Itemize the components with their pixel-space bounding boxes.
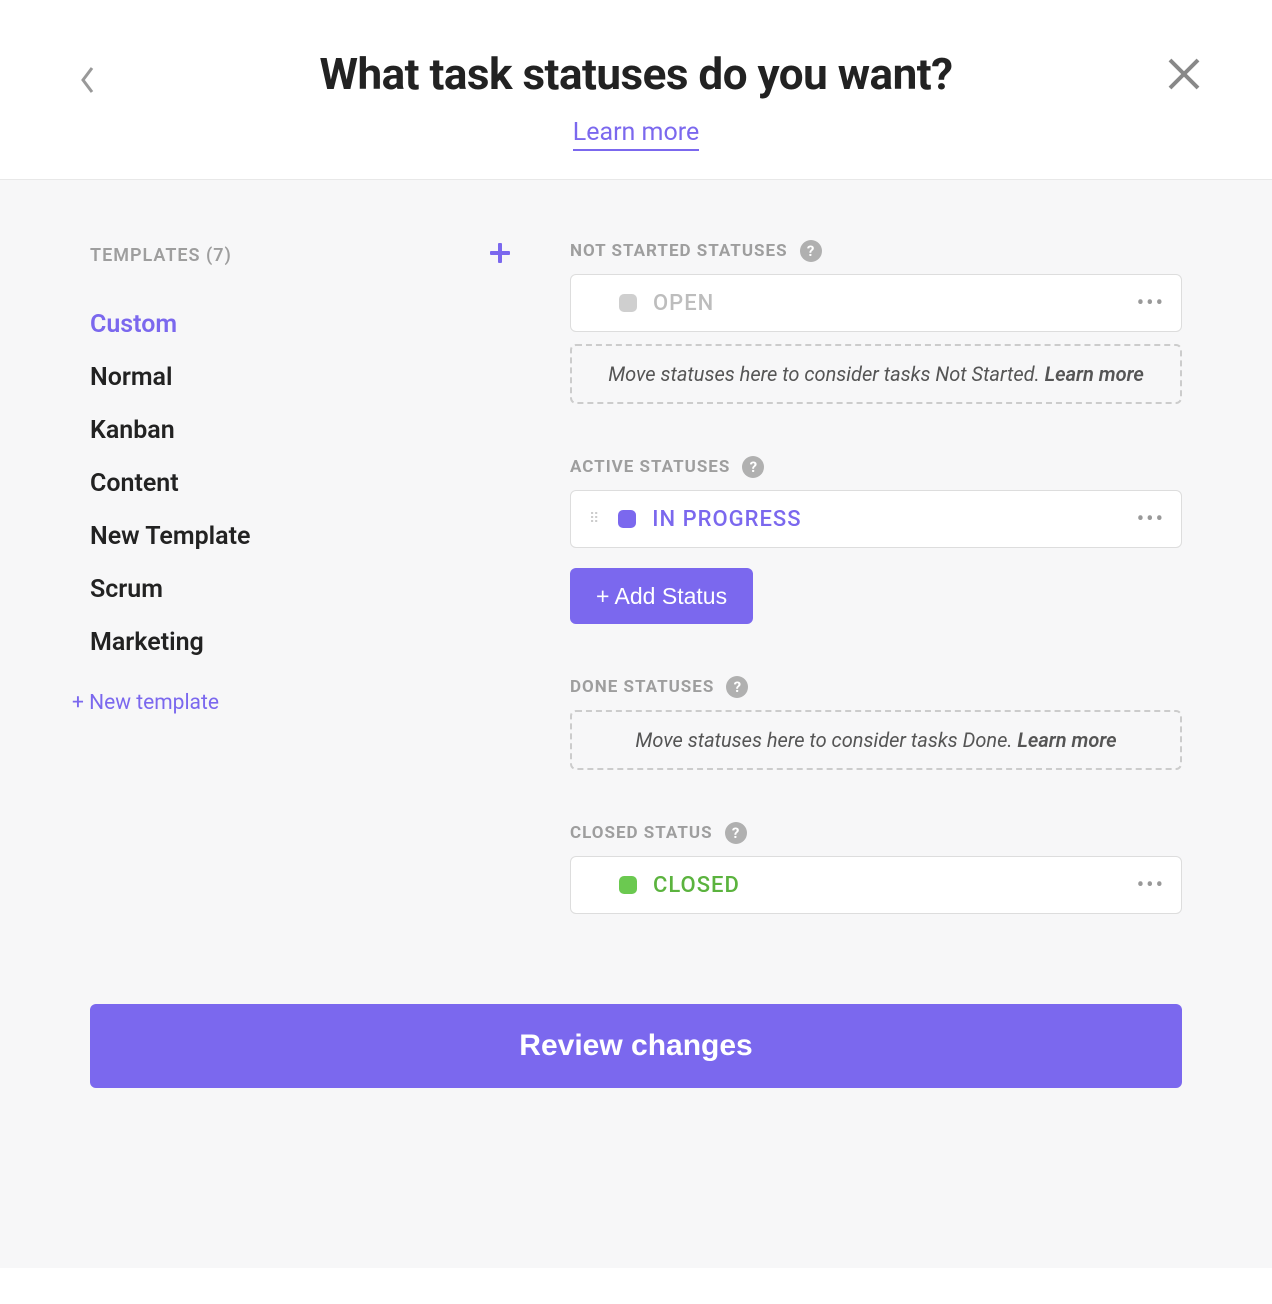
modal-body: TEMPLATES (7) Custom Normal Kanban Conte… — [0, 180, 1272, 1268]
help-icon[interactable]: ? — [800, 240, 822, 262]
template-item-new-template[interactable]: New Template — [90, 510, 510, 563]
status-color-swatch — [619, 876, 637, 894]
closed-header: CLOSED STATUS ? — [570, 822, 1182, 844]
done-title: DONE STATUSES — [570, 677, 714, 697]
template-item-normal[interactable]: Normal — [90, 351, 510, 404]
dropzone-text: Move statuses here to consider tasks Not… — [608, 362, 1044, 386]
more-icon[interactable]: ••• — [1137, 291, 1165, 316]
add-template-icon[interactable] — [490, 240, 510, 270]
templates-heading: TEMPLATES (7) — [90, 245, 232, 266]
not-started-dropzone[interactable]: Move statuses here to consider tasks Not… — [570, 344, 1182, 404]
status-closed[interactable]: CLOSED ••• — [570, 856, 1182, 914]
plus-icon — [490, 243, 510, 263]
close-icon — [1166, 56, 1202, 92]
template-item-custom[interactable]: Custom — [90, 298, 510, 351]
status-color-swatch — [619, 294, 637, 312]
review-changes-button[interactable]: Review changes — [90, 1004, 1182, 1088]
done-header: DONE STATUSES ? — [570, 676, 1182, 698]
back-button[interactable] — [80, 66, 96, 101]
status-label: IN PROGRESS — [652, 507, 801, 532]
template-item-content[interactable]: Content — [90, 457, 510, 510]
status-label: CLOSED — [653, 873, 740, 898]
status-label: OPEN — [653, 291, 714, 316]
template-list: Custom Normal Kanban Content New Templat… — [90, 298, 510, 669]
status-color-swatch — [618, 510, 636, 528]
template-item-kanban[interactable]: Kanban — [90, 404, 510, 457]
status-open[interactable]: OPEN ••• — [570, 274, 1182, 332]
chevron-left-icon — [80, 66, 96, 94]
close-button[interactable] — [1166, 56, 1202, 96]
modal-title: What task statuses do you want? — [60, 48, 1212, 100]
add-status-button[interactable]: + Add Status — [570, 568, 753, 624]
templates-panel: TEMPLATES (7) Custom Normal Kanban Conte… — [90, 240, 510, 914]
more-icon[interactable]: ••• — [1137, 873, 1165, 898]
active-title: ACTIVE STATUSES — [570, 457, 730, 477]
template-item-marketing[interactable]: Marketing — [90, 616, 510, 669]
more-icon[interactable]: ••• — [1137, 507, 1165, 532]
not-started-title: NOT STARTED STATUSES — [570, 241, 788, 261]
help-icon[interactable]: ? — [742, 456, 764, 478]
help-icon[interactable]: ? — [725, 822, 747, 844]
new-template-button[interactable]: + New template — [72, 691, 510, 715]
dropzone-learn-more[interactable]: Learn more — [1045, 362, 1144, 386]
active-header: ACTIVE STATUSES ? — [570, 456, 1182, 478]
closed-title: CLOSED STATUS — [570, 823, 713, 843]
dropzone-learn-more[interactable]: Learn more — [1017, 728, 1116, 752]
drag-handle-icon[interactable]: ⠿ — [589, 516, 602, 522]
template-item-scrum[interactable]: Scrum — [90, 563, 510, 616]
done-dropzone[interactable]: Move statuses here to consider tasks Don… — [570, 710, 1182, 770]
status-panel: NOT STARTED STATUSES ? OPEN ••• Move sta… — [570, 240, 1182, 914]
learn-more-link[interactable]: Learn more — [573, 118, 699, 151]
modal-header: What task statuses do you want? Learn mo… — [0, 0, 1272, 151]
status-in-progress[interactable]: ⠿ IN PROGRESS ••• — [570, 490, 1182, 548]
help-icon[interactable]: ? — [726, 676, 748, 698]
dropzone-text: Move statuses here to consider tasks Don… — [635, 728, 1017, 752]
not-started-header: NOT STARTED STATUSES ? — [570, 240, 1182, 262]
